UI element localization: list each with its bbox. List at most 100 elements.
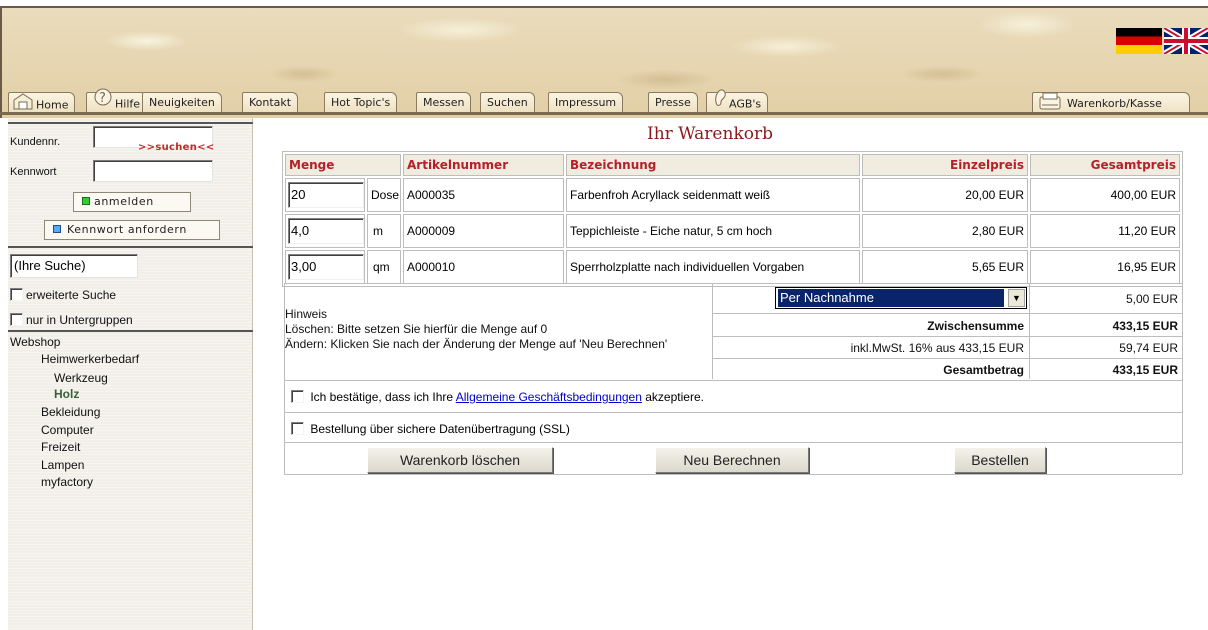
summary-line — [712, 313, 1182, 314]
german-flag-icon[interactable] — [1116, 28, 1162, 54]
unit-price-cell: 5,65 EUR — [862, 250, 1028, 284]
summary-line — [712, 358, 1182, 359]
summary-line — [712, 283, 713, 379]
tree-item-myfactory[interactable]: myfactory — [41, 474, 93, 491]
agb-link[interactable]: Allgemeine Geschäftsbedingungen — [456, 390, 642, 404]
total-price-cell: 16,95 EUR — [1030, 250, 1180, 284]
summary-line — [284, 380, 1182, 381]
uk-flag-icon[interactable] — [1164, 28, 1208, 54]
qty-input[interactable]: 4,0 — [288, 218, 364, 244]
vat-value: 59,74 EUR — [1119, 341, 1178, 355]
tree-root-webshop[interactable]: Webshop — [10, 334, 60, 351]
unit-cell: Dose — [367, 178, 401, 212]
kennwort-input[interactable] — [93, 160, 213, 182]
unit-price-cell: 2,80 EUR — [862, 214, 1028, 248]
cash-register-icon — [1037, 91, 1063, 121]
qty-input[interactable]: 20 — [288, 182, 364, 208]
order-button[interactable]: Bestellen — [954, 447, 1046, 473]
tab-agbs[interactable]: AGB's — [706, 89, 769, 112]
sidebar-divider — [8, 246, 253, 248]
summary-line — [284, 283, 1182, 284]
tab-hot-topics[interactable]: Hot Topic's — [324, 92, 398, 112]
tab-messen[interactable]: Messen — [416, 92, 472, 112]
search-input[interactable]: (Ihre Suche) — [10, 254, 138, 278]
ssl-option: Bestellung über sichere Datenübertragung… — [291, 422, 570, 436]
tab-suchen[interactable]: Suchen — [480, 92, 535, 112]
kundennr-label: Kundennr. — [10, 136, 61, 148]
request-square-icon — [53, 225, 61, 233]
summary-line — [284, 412, 1182, 413]
tab-hilfe[interactable]: ? Hilfe — [86, 88, 148, 112]
search-button[interactable]: >>suchen<< — [138, 142, 215, 153]
sidebar: Kundennr. Kennwort anmelden Kennwort anf… — [8, 118, 253, 630]
hint-text: Hinweis Löschen: Bitte setzen Sie hierfü… — [285, 307, 667, 352]
grand-total-value: 433,15 EUR — [1112, 363, 1178, 377]
agb-text-post: akzeptiere. — [645, 390, 704, 404]
clear-cart-button[interactable]: Warenkorb löschen — [367, 447, 553, 473]
agb-option: Ich bestätige, dass ich Ihre Allgemeine … — [291, 390, 704, 404]
ssl-text: Bestellung über sichere Datenübertragung… — [310, 422, 570, 436]
subgroups-option[interactable]: nur in Untergruppen — [10, 313, 133, 327]
col-header-unit-price: Einzelpreis — [862, 154, 1028, 176]
qty-cell: 3,00 — [285, 250, 365, 284]
hint-change: Ändern: Klicken Sie nach der Änderung de… — [285, 337, 668, 351]
header-banner: Home ? Hilfe Neuigkeiten Kontakt Hot Top… — [0, 6, 1208, 118]
kennwort-label: Kennwort — [10, 166, 57, 178]
request-password-button[interactable]: Kennwort anfordern — [44, 220, 220, 240]
cart-row: 4,0 m A000009 Teppichleiste - Eiche natu… — [285, 214, 1180, 248]
subgroups-checkbox[interactable] — [10, 313, 23, 326]
unit-cell: qm — [367, 250, 401, 284]
total-price-cell: 400,00 EUR — [1030, 178, 1180, 212]
ssl-checkbox[interactable] — [291, 422, 304, 435]
tree-item-freizeit[interactable]: Freizeit — [41, 439, 80, 456]
tree-item-lampen[interactable]: Lampen — [41, 457, 84, 474]
total-price-cell: 11,20 EUR — [1030, 214, 1180, 248]
vat-label: inkl.MwSt. 16% aus 433,15 EUR — [850, 341, 1024, 355]
article-cell: A000010 — [403, 250, 564, 284]
tab-neuigkeiten[interactable]: Neuigkeiten — [142, 92, 222, 112]
tab-impressum[interactable]: Impressum — [548, 92, 624, 112]
recalculate-button[interactable]: Neu Berechnen — [655, 447, 809, 473]
agb-checkbox[interactable] — [291, 390, 304, 403]
sidebar-divider — [8, 330, 253, 332]
login-square-icon — [82, 197, 90, 205]
extended-search-checkbox[interactable] — [10, 288, 23, 301]
article-cell: A000035 — [403, 178, 564, 212]
payment-method-select[interactable]: Per Nachnahme ▼ — [775, 287, 1027, 309]
qty-cell: 20 — [285, 178, 365, 212]
name-cell: Farbenfroh Acryllack seidenmatt weiß — [566, 178, 860, 212]
extended-search-option[interactable]: erweiterte Suche — [10, 288, 116, 302]
svg-text:?: ? — [99, 91, 106, 106]
hint-delete: Löschen: Bitte setzen Sie hierfür die Me… — [285, 322, 548, 336]
header-divider — [0, 112, 1208, 115]
tab-kontakt[interactable]: Kontakt — [242, 92, 299, 112]
col-header-article: Artikelnummer — [403, 154, 564, 176]
tree-item-holz[interactable]: Holz — [54, 386, 79, 403]
article-cell: A000009 — [403, 214, 564, 248]
tab-warenkorb-kasse[interactable]: Warenkorb/Kasse — [1032, 92, 1190, 114]
col-header-qty: Menge — [285, 154, 401, 176]
col-header-total-price: Gesamtpreis — [1030, 154, 1180, 176]
dropdown-arrow-icon[interactable]: ▼ — [1008, 289, 1025, 307]
summary-line — [1029, 283, 1030, 379]
tree-item-heimwerkerbedarf[interactable]: Heimwerkerbedarf — [41, 351, 139, 368]
tree-item-werkzeug[interactable]: Werkzeug — [54, 370, 108, 387]
qty-cell: 4,0 — [285, 214, 365, 248]
cart-row: 3,00 qm A000010 Sperrholzplatte nach ind… — [285, 250, 1180, 284]
name-cell: Teppichleiste - Eiche natur, 5 cm hoch — [566, 214, 860, 248]
qty-input[interactable]: 3,00 — [288, 254, 364, 280]
cart-table: Menge Artikelnummer Bezeichnung Einzelpr… — [282, 151, 1183, 287]
cart-row: 20 Dose A000035 Farbenfroh Acryllack sei… — [285, 178, 1180, 212]
unit-price-cell: 20,00 EUR — [862, 178, 1028, 212]
agb-text-pre: Ich bestätige, dass ich Ihre — [310, 390, 454, 404]
tree-item-bekleidung[interactable]: Bekleidung — [41, 404, 100, 421]
login-button[interactable]: anmelden — [73, 192, 191, 212]
col-header-name: Bezeichnung — [566, 154, 860, 176]
hint-title: Hinweis — [285, 307, 328, 321]
grand-total-label: Gesamtbetrag — [943, 363, 1024, 377]
unit-cell: m — [367, 214, 401, 248]
tab-presse[interactable]: Presse — [648, 92, 698, 112]
tree-item-computer[interactable]: Computer — [41, 422, 94, 439]
page-title: Ihr Warenkorb — [646, 124, 773, 144]
tab-home[interactable]: Home — [8, 92, 76, 112]
